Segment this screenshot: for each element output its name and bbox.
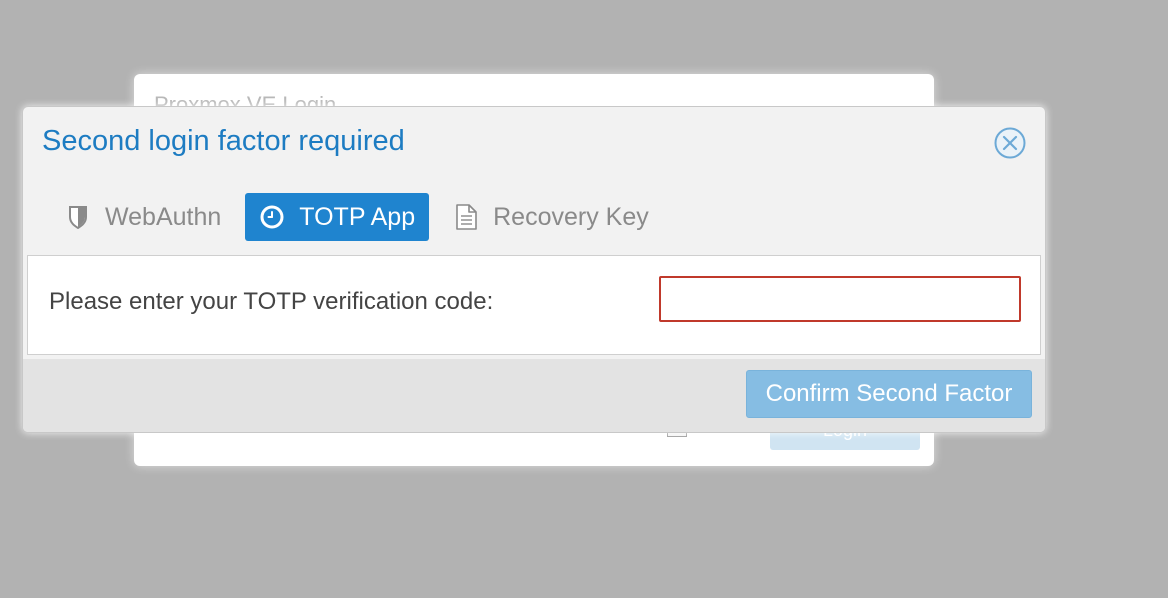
confirm-second-factor-button[interactable]: Confirm Second Factor [746,370,1032,418]
dialog-title: Second login factor required [42,125,405,157]
tab-recovery-key-label: Recovery Key [493,202,649,231]
clock-icon [259,204,285,230]
totp-panel: Please enter your TOTP verification code… [27,255,1041,355]
tab-totp-app[interactable]: TOTP App [245,193,430,241]
totp-prompt-label: Please enter your TOTP verification code… [49,288,494,315]
second-factor-dialog: Second login factor required WebAuthn TO… [22,106,1046,433]
file-icon [453,204,479,230]
dialog-footer: Confirm Second Factor [23,359,1045,432]
tab-webauthn[interactable]: WebAuthn [51,193,235,241]
close-circle-icon [994,127,1026,159]
shield-icon [65,204,91,230]
tab-totp-app-label: TOTP App [299,202,416,231]
factor-tabs: WebAuthn TOTP App Recovery Key [51,193,673,241]
close-button[interactable] [994,127,1026,159]
tab-recovery-key[interactable]: Recovery Key [439,193,663,241]
tab-webauthn-label: WebAuthn [105,202,222,231]
totp-code-input[interactable] [659,276,1021,322]
